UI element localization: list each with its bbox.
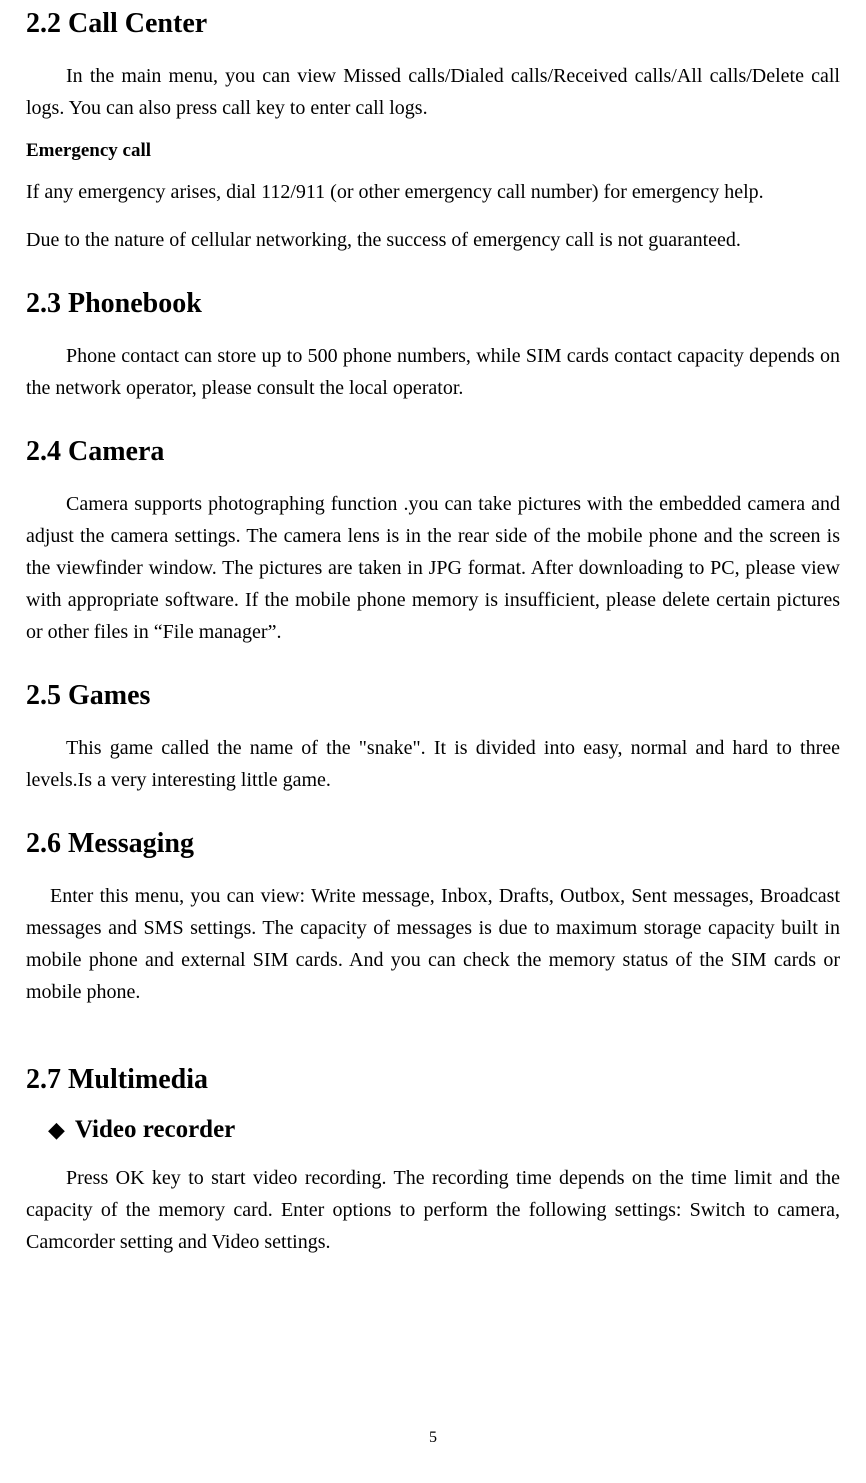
heading-phonebook: 2.3 Phonebook — [26, 288, 840, 320]
paragraph-video-recorder: Press OK key to start video recording. T… — [26, 1162, 840, 1258]
paragraph-messaging: Enter this menu, you can view: Write mes… — [26, 880, 840, 1008]
heading-messaging: 2.6 Messaging — [26, 828, 840, 860]
subheading-emergency-call: Emergency call — [26, 140, 840, 162]
diamond-icon: ◆ — [48, 1117, 65, 1143]
section-call-center: 2.2 Call Center In the main menu, you ca… — [26, 8, 840, 256]
section-phonebook: 2.3 Phonebook Phone contact can store up… — [26, 288, 840, 404]
section-multimedia: 2.7 Multimedia ◆ Video recorder Press OK… — [26, 1064, 840, 1258]
paragraph-phonebook: Phone contact can store up to 500 phone … — [26, 340, 840, 404]
paragraph-games: This game called the name of the "snake"… — [26, 732, 840, 796]
document-content: 2.2 Call Center In the main menu, you ca… — [26, 8, 840, 1258]
paragraph-call-center-intro: In the main menu, you can view Missed ca… — [26, 60, 840, 124]
heading-games: 2.5 Games — [26, 680, 840, 712]
section-camera: 2.4 Camera Camera supports photographing… — [26, 436, 840, 648]
paragraph-emergency-2: Due to the nature of cellular networking… — [26, 224, 840, 256]
heading-camera: 2.4 Camera — [26, 436, 840, 468]
heading-call-center: 2.2 Call Center — [26, 8, 840, 40]
paragraph-emergency-1: If any emergency arises, dial 112/911 (o… — [26, 176, 840, 208]
heading-multimedia: 2.7 Multimedia — [26, 1064, 840, 1096]
bullet-label-video-recorder: Video recorder — [75, 1116, 235, 1144]
section-games: 2.5 Games This game called the name of t… — [26, 680, 840, 796]
bullet-video-recorder: ◆ Video recorder — [26, 1116, 840, 1144]
section-messaging: 2.6 Messaging Enter this menu, you can v… — [26, 828, 840, 1008]
paragraph-camera: Camera supports photographing function .… — [26, 488, 840, 648]
page-number: 5 — [429, 1429, 437, 1447]
